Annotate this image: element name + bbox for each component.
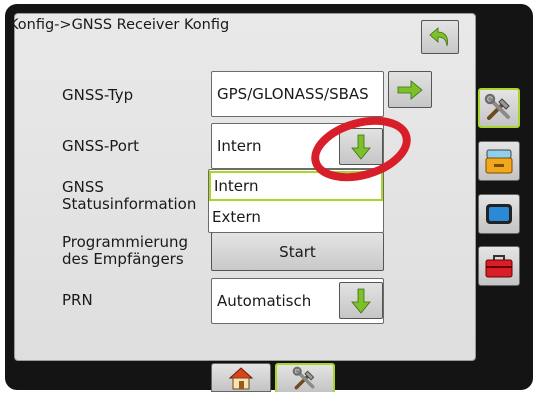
gnss-type-next-button[interactable]	[388, 71, 432, 108]
programming-label-line1: Programmierung	[62, 233, 188, 251]
tools-icon	[292, 366, 315, 389]
gnss-status-info-label-line1: GNSS	[62, 178, 104, 196]
gnss-status-info-label-line2: Statusinformation	[62, 195, 197, 213]
back-button[interactable]	[421, 20, 459, 54]
gnss-type-field[interactable]: GPS/GLONASS/SBAS	[211, 71, 384, 117]
console-icon	[485, 149, 513, 174]
arrow-right-icon	[397, 79, 423, 100]
side-tab-toolbox[interactable]	[478, 246, 520, 286]
bottom-tab-tools[interactable]	[275, 363, 335, 392]
programming-label: Programmierung des Empfängers	[62, 234, 188, 268]
start-button[interactable]: Start	[211, 232, 384, 271]
toolbox-icon	[485, 255, 513, 278]
gnss-status-info-label: GNSS Statusinformation	[62, 179, 196, 213]
page-title: Konfig->GNSS Receiver Konfig	[9, 17, 230, 33]
programming-label-line2: des Empfängers	[62, 250, 184, 268]
gnss-port-dropdown-list: Intern Extern	[208, 169, 384, 233]
screen-icon	[486, 204, 512, 224]
dropdown-option-intern[interactable]: Intern	[209, 171, 383, 201]
gnss-type-label: GNSS-Typ	[62, 86, 134, 104]
gnss-port-label: GNSS-Port	[62, 137, 140, 155]
arrow-down-icon	[351, 288, 371, 314]
side-tab-tools[interactable]	[478, 88, 520, 128]
side-tab-console[interactable]	[478, 141, 520, 181]
undo-arrow-icon	[429, 27, 448, 47]
side-tab-screen[interactable]	[478, 194, 520, 234]
prn-label: PRN	[62, 291, 93, 309]
dropdown-option-extern[interactable]: Extern	[209, 202, 383, 232]
gnss-port-dropdown-button[interactable]	[339, 128, 383, 165]
bottom-tab-home[interactable]	[211, 363, 271, 392]
home-icon	[228, 366, 254, 389]
arrow-down-icon	[351, 134, 371, 160]
tools-icon	[484, 93, 510, 120]
prn-dropdown-button[interactable]	[339, 282, 383, 319]
